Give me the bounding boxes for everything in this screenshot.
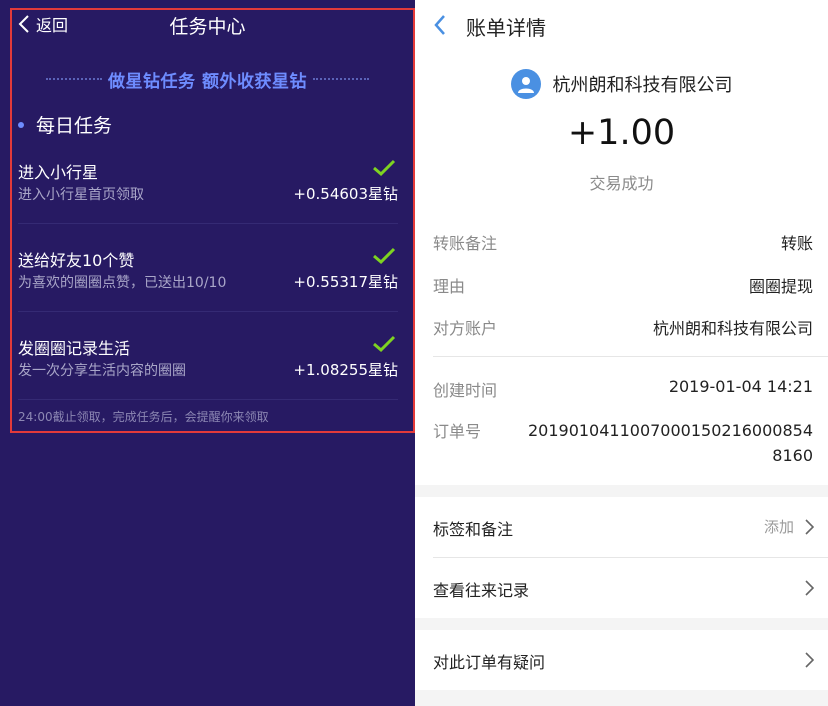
field-key: 订单号 xyxy=(433,422,482,441)
divider xyxy=(18,399,398,400)
actions-section: 标签和备注 添加 查看往来记录 xyxy=(415,497,828,618)
page-title: 任务中心 xyxy=(169,16,246,38)
amount: +1.00 xyxy=(567,113,676,153)
chevron-right-icon xyxy=(805,580,814,596)
task-reward: +0.55317星钻 xyxy=(293,273,398,291)
banner-dots-right xyxy=(312,78,370,80)
field-key: 转账备注 xyxy=(433,234,498,253)
task-desc: 为喜欢的圈圈点赞，已送出10/10 xyxy=(18,275,227,291)
daily-tasks-heading: 每日任务 xyxy=(18,111,112,138)
field-value: 转账 xyxy=(780,234,813,253)
field-value: 2019-01-04 14:21 xyxy=(668,377,813,396)
back-arrow-icon[interactable] xyxy=(433,14,447,36)
chevron-right-icon xyxy=(805,652,814,668)
row-label: 标签和备注 xyxy=(433,520,514,539)
task-center-panel: 返回 任务中心 做星钻任务 额外收获星钻 每日任务 进入小行星 进入小行星首页领… xyxy=(0,0,415,706)
field-key: 创建时间 xyxy=(433,381,498,400)
tags-notes-row[interactable]: 标签和备注 添加 xyxy=(415,497,828,557)
check-icon xyxy=(373,159,396,177)
bill-detail-panel: 账单详情 杭州朗和科技有限公司 +1.00 交易成功 转账备注 转账 理由 圈圈… xyxy=(415,0,828,706)
banner-text: 做星钻任务 额外收获星钻 xyxy=(108,71,307,92)
page-title: 账单详情 xyxy=(466,16,546,40)
task-name: 进入小行星 xyxy=(18,163,99,182)
avatar xyxy=(510,69,541,99)
task-item[interactable]: 发圈圈记录生活 发一次分享生活内容的圈圈 +1.08255星钻 xyxy=(18,335,398,413)
task-name: 发圈圈记录生活 xyxy=(18,339,131,358)
check-icon xyxy=(373,335,396,353)
divider xyxy=(18,311,398,312)
order-question-row[interactable]: 对此订单有疑问 xyxy=(415,630,828,690)
question-section: 对此订单有疑问 xyxy=(415,630,828,690)
banner-dots-left xyxy=(46,78,103,80)
merchant-info: 杭州朗和科技有限公司 xyxy=(415,69,828,99)
field-value: 圈圈提现 xyxy=(748,277,813,296)
field-value: 2019010411007000150216000854 8160 xyxy=(527,421,813,465)
task-center-header: 返回 任务中心 xyxy=(0,0,415,48)
bill-summary-card: 账单详情 杭州朗和科技有限公司 +1.00 交易成功 转账备注 转账 理由 圈圈… xyxy=(415,0,828,485)
divider xyxy=(18,223,398,224)
merchant-name: 杭州朗和科技有限公司 xyxy=(552,75,733,96)
task-item[interactable]: 进入小行星 进入小行星首页领取 +0.54603星钻 xyxy=(18,159,398,237)
user-icon xyxy=(517,77,534,93)
history-row[interactable]: 查看往来记录 xyxy=(415,558,828,618)
task-item[interactable]: 送给好友10个赞 为喜欢的圈圈点赞，已送出10/10 +0.55317星钻 xyxy=(18,247,398,325)
field-key: 理由 xyxy=(433,277,466,296)
task-reward: +1.08255星钻 xyxy=(293,361,398,379)
task-reward: +0.54603星钻 xyxy=(293,185,398,203)
section-title: 每日任务 xyxy=(36,115,113,137)
promo-banner: 做星钻任务 额外收获星钻 xyxy=(40,66,375,92)
chevron-right-icon xyxy=(805,519,814,535)
row-label: 对此订单有疑问 xyxy=(433,653,546,672)
task-desc: 发一次分享生活内容的圈圈 xyxy=(18,363,186,379)
row-hint: 添加 xyxy=(763,518,794,536)
divider xyxy=(433,356,828,357)
check-icon xyxy=(373,247,396,265)
bullet-dot xyxy=(18,121,24,128)
footer-note: 24:00截止领取，完成任务后，会提醒你来领取 xyxy=(18,410,269,424)
task-desc: 进入小行星首页领取 xyxy=(18,187,144,203)
field-key: 对方账户 xyxy=(433,319,498,338)
task-name: 送给好友10个赞 xyxy=(18,251,135,270)
status-text: 交易成功 xyxy=(589,174,654,193)
row-label: 查看往来记录 xyxy=(433,581,530,600)
field-value: 杭州朗和科技有限公司 xyxy=(652,319,813,338)
